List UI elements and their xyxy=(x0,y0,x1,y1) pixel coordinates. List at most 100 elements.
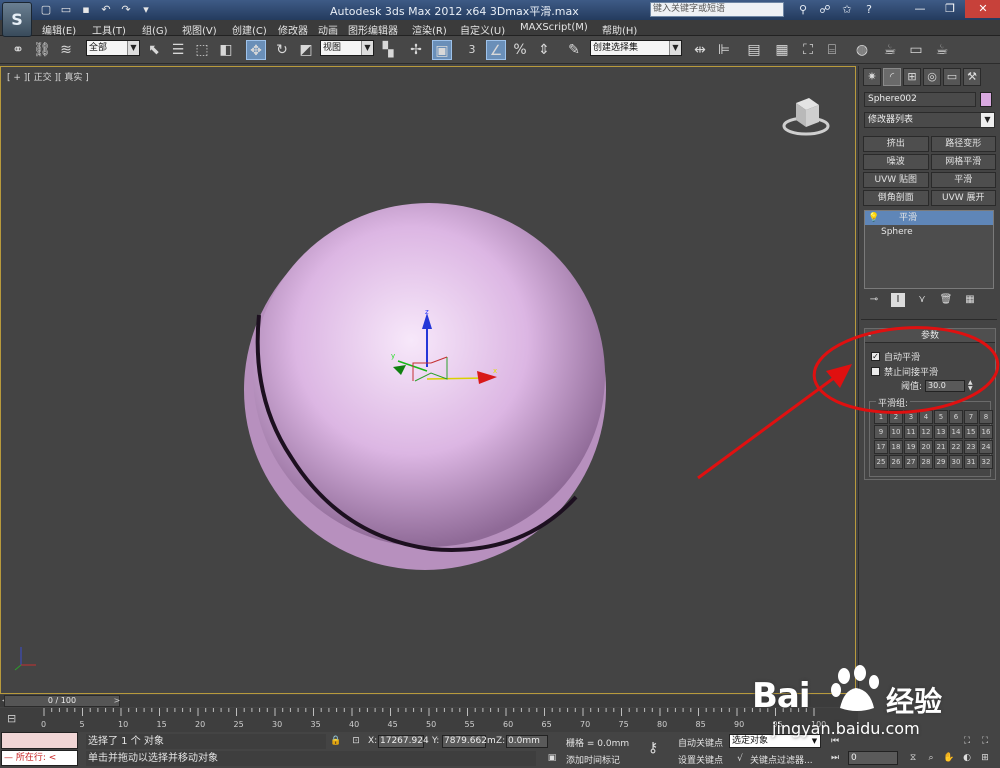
menu-create[interactable]: 创建(C) xyxy=(232,22,267,37)
time-slider[interactable]: < 0 / 100 > xyxy=(0,695,858,707)
sphere-object[interactable]: z x y xyxy=(1,67,857,695)
modifier-button-meshsmooth[interactable]: 网格平滑 xyxy=(930,154,996,170)
create-tab-icon[interactable]: ✷ xyxy=(863,68,881,86)
smoothing-group-button[interactable]: 4 xyxy=(919,410,933,424)
smoothing-group-button[interactable]: 25 xyxy=(874,455,888,469)
menu-graph-editors[interactable]: 图形编辑器 xyxy=(348,22,398,37)
render-setup-icon[interactable]: ☕ xyxy=(880,40,900,60)
menu-modifiers[interactable]: 修改器 xyxy=(278,22,308,37)
prevent-indirect-row[interactable]: 禁止间接平滑 xyxy=(871,365,938,378)
make-unique-icon[interactable]: ⋎ xyxy=(915,293,929,307)
menu-maxscript[interactable]: MAXScript(M) xyxy=(520,22,588,33)
select-manipulate-icon[interactable]: ✢ xyxy=(406,40,426,60)
key-step-icon[interactable]: ⏭ xyxy=(828,751,842,765)
select-rotate-icon[interactable]: ↻ xyxy=(272,40,292,60)
smoothing-group-button[interactable]: 27 xyxy=(904,455,918,469)
smoothing-group-button[interactable]: 3 xyxy=(904,410,918,424)
zoom-extents-icon[interactable]: ⛶ xyxy=(960,734,974,748)
set-key-button[interactable]: 设置关键点 xyxy=(678,753,723,766)
angle-snap-icon[interactable]: ∠ xyxy=(486,40,506,60)
smoothing-group-button[interactable]: 16 xyxy=(979,425,993,439)
maximize-viewport-icon[interactable]: ⊞ xyxy=(978,751,992,765)
undo-icon[interactable]: ↶ xyxy=(98,3,114,17)
mirror-icon[interactable]: ⇹ xyxy=(690,40,710,60)
menu-rendering[interactable]: 渲染(R) xyxy=(412,22,447,37)
auto-smooth-row[interactable]: ✓ 自动平滑 xyxy=(871,350,920,363)
lock-icon[interactable]: 🔒 xyxy=(330,735,342,747)
collapse-icon[interactable]: - xyxy=(868,329,871,343)
menu-animation[interactable]: 动画 xyxy=(318,22,338,37)
display-tab-icon[interactable]: ▭ xyxy=(943,68,961,86)
dropdown-icon[interactable]: ▾ xyxy=(138,3,154,17)
modifier-button-noise[interactable]: 噪波 xyxy=(863,154,929,170)
track-bar-toggle-icon[interactable]: ⊟ xyxy=(7,713,23,725)
smoothing-group-button[interactable]: 13 xyxy=(934,425,948,439)
smoothing-group-button[interactable]: 21 xyxy=(934,440,948,454)
modify-tab-icon[interactable]: ◜ xyxy=(883,68,901,86)
smoothing-group-button[interactable]: 28 xyxy=(919,455,933,469)
modifier-button-path-deform[interactable]: 路径变形 xyxy=(930,136,996,152)
zoom-extents-all-icon[interactable]: ⛶ xyxy=(978,734,992,748)
track-bar[interactable]: ⊟ 0 5 10 15 20 25 30 35 40 45 50 55 60 65 70 75 80 85 90 95… xyxy=(0,708,858,732)
object-name-field[interactable]: Sphere002 xyxy=(864,92,976,107)
select-by-name-icon[interactable]: ☰ xyxy=(168,40,188,60)
modifier-button-uvw-map[interactable]: UVW 贴图 xyxy=(863,172,929,188)
smoothing-group-button[interactable]: 8 xyxy=(979,410,993,424)
maxscript-listener[interactable] xyxy=(1,732,78,749)
menu-views[interactable]: 视图(V) xyxy=(182,22,217,37)
smoothing-group-button[interactable]: 22 xyxy=(949,440,963,454)
bind-spacewarp-icon[interactable]: ≋ xyxy=(56,40,76,60)
app-logo-button[interactable]: S xyxy=(2,2,32,37)
smoothing-group-button[interactable]: 15 xyxy=(964,425,978,439)
current-frame-input[interactable]: 0 xyxy=(848,751,898,765)
menu-customize[interactable]: 自定义(U) xyxy=(460,22,505,37)
restore-button[interactable]: ❐ xyxy=(935,0,965,18)
help-icon[interactable]: ? xyxy=(861,2,877,17)
search-input[interactable]: 键入关键字或短语 xyxy=(650,2,784,17)
menu-edit[interactable]: 编辑(E) xyxy=(42,22,76,37)
snap-toggle-icon[interactable]: 3 xyxy=(462,40,482,60)
absolute-mode-icon[interactable]: ⊡ xyxy=(350,735,362,747)
threshold-spinner[interactable]: ▲ ▼ xyxy=(968,379,975,392)
favorites-icon[interactable]: ✩ xyxy=(839,2,855,17)
z-coordinate-input[interactable]: 0.0mm xyxy=(506,735,548,748)
x-coordinate-input[interactable]: 17267.924 xyxy=(378,735,429,748)
smoothing-group-button[interactable]: 32 xyxy=(979,455,993,469)
named-selection-dropdown[interactable]: 创建选择集 ▼ xyxy=(590,40,682,56)
smoothing-group-button[interactable]: 31 xyxy=(964,455,978,469)
material-editor-icon[interactable]: ◍ xyxy=(852,40,872,60)
prevent-indirect-checkbox[interactable] xyxy=(871,367,880,376)
smoothing-group-button[interactable]: 17 xyxy=(874,440,888,454)
menu-tools[interactable]: 工具(T) xyxy=(92,22,126,37)
modifier-button-smooth[interactable]: 平滑 xyxy=(930,172,996,188)
object-color-swatch[interactable] xyxy=(980,92,992,107)
smoothing-group-button[interactable]: 30 xyxy=(949,455,963,469)
render-production-icon[interactable]: ☕ xyxy=(932,40,952,60)
smoothing-group-button[interactable]: 14 xyxy=(949,425,963,439)
pan-icon[interactable]: ✋ xyxy=(942,751,956,765)
graphite-toolbar-icon[interactable]: ▦ xyxy=(772,40,792,60)
rollout-header[interactable]: - 参数 xyxy=(865,329,995,343)
percent-snap-icon[interactable]: % xyxy=(510,40,530,60)
key-filters-button[interactable]: 关键点过滤器... xyxy=(750,753,813,766)
set-key-icon[interactable]: ⚷ xyxy=(648,740,670,756)
reference-coord-dropdown[interactable]: 视图 ▼ xyxy=(320,40,374,56)
layer-manager-icon[interactable]: ▤ xyxy=(744,40,764,60)
rect-selection-icon[interactable]: ⬚ xyxy=(192,40,212,60)
modifier-button-extrude[interactable]: 挤出 xyxy=(863,136,929,152)
select-move-icon[interactable]: ✥ xyxy=(246,40,266,60)
selection-filter-dropdown[interactable]: 全部 ▼ xyxy=(86,40,140,56)
smoothing-group-button[interactable]: 19 xyxy=(904,440,918,454)
stack-item-smooth[interactable]: 💡 平滑 xyxy=(865,211,993,225)
remove-modifier-icon[interactable]: 🗑 xyxy=(939,293,953,307)
keyboard-shortcut-override-icon[interactable]: ▣ xyxy=(432,40,452,60)
edit-named-selection-icon[interactable]: ✎ xyxy=(564,40,584,60)
minimize-button[interactable]: — xyxy=(905,0,935,18)
link-icon[interactable]: ⚭ xyxy=(8,40,28,60)
smoothing-group-button[interactable]: 18 xyxy=(889,440,903,454)
new-icon[interactable]: ▢ xyxy=(38,3,54,17)
hierarchy-tab-icon[interactable]: ⊞ xyxy=(903,68,921,86)
window-crossing-icon[interactable]: ◧ xyxy=(216,40,236,60)
close-button[interactable]: ✕ xyxy=(965,0,1000,18)
modifier-button-bevel-profile[interactable]: 倒角剖面 xyxy=(863,190,929,206)
